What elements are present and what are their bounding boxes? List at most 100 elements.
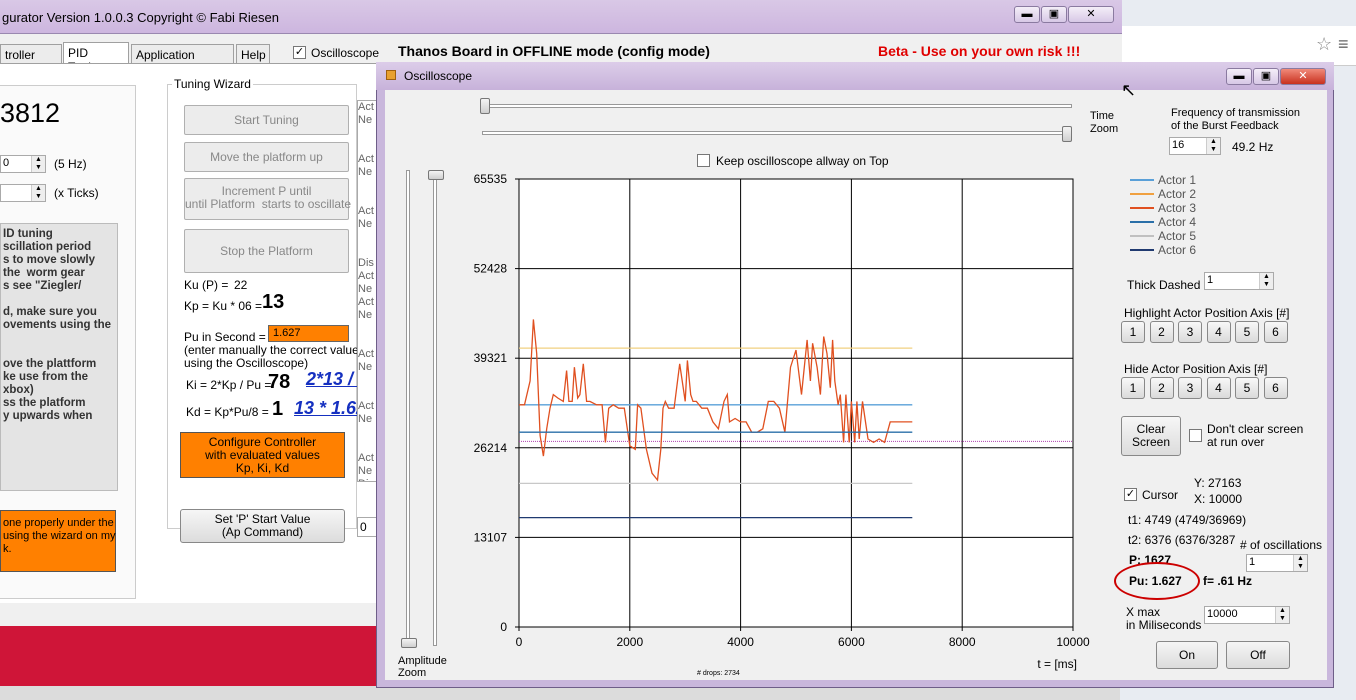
- legend-label: Actor 2: [1158, 187, 1197, 201]
- hide-axis-3-button[interactable]: 3: [1178, 377, 1202, 399]
- tab-application-settings[interactable]: Application Settings: [131, 44, 234, 76]
- hide-axis-1-button[interactable]: 1: [1121, 377, 1145, 399]
- highlight-axis-2-button[interactable]: 2: [1149, 321, 1174, 343]
- y-tick-label: 13107: [474, 530, 508, 544]
- oscillations-value: 1: [1249, 556, 1256, 568]
- highlight-axis-4-button[interactable]: 4: [1206, 321, 1231, 343]
- status-text: Thanos Board in OFFLINE mode (config mod…: [398, 43, 710, 59]
- clear-screen-button[interactable]: Clear Screen: [1121, 416, 1181, 456]
- legend-actor-6: Actor 6: [1130, 243, 1260, 257]
- legend-line-icon: [1130, 221, 1154, 223]
- legend-label: Actor 5: [1158, 229, 1197, 243]
- ku-value: 22: [234, 278, 248, 292]
- x-tick-label: 0: [516, 635, 523, 649]
- ticks-spinner[interactable]: ▲ ▼: [0, 184, 46, 202]
- increment-p-button[interactable]: Increment P until until Platform starts …: [184, 178, 351, 220]
- osc-minimize-button[interactable]: ▬: [1226, 68, 1252, 85]
- highlight-axis-1-button[interactable]: 1: [1121, 321, 1145, 343]
- oscillations-spinner[interactable]: 1 ▲ ▼: [1246, 554, 1308, 572]
- legend-line-icon: [1130, 235, 1154, 237]
- spinner-arrows-icon[interactable]: ▲ ▼: [1259, 273, 1273, 289]
- pu-highlight-ellipse: [1114, 562, 1200, 600]
- mouse-cursor-icon: ↖: [1121, 80, 1137, 100]
- close-button[interactable]: ✕: [1068, 6, 1114, 23]
- hide-axis-6-button[interactable]: 6: [1263, 377, 1288, 399]
- xmax-spinner[interactable]: 10000 ▲ ▼: [1204, 606, 1290, 624]
- spinner-arrows-icon[interactable]: ▲ ▼: [1275, 607, 1289, 623]
- x-axis-label: t = [ms]: [1037, 657, 1077, 671]
- oscillations-label: # of oscillations: [1240, 538, 1323, 552]
- off-button[interactable]: Off: [1226, 641, 1290, 669]
- legend-label: Actor 6: [1158, 243, 1197, 257]
- cursor-label: Cursor: [1142, 488, 1179, 502]
- hide-axis-2-button[interactable]: 2: [1149, 377, 1174, 399]
- spinner-arrows-icon[interactable]: ▲ ▼: [31, 156, 45, 172]
- cursor-y-value: Y: 27163: [1194, 476, 1242, 490]
- star-icon: ☆: [1316, 34, 1333, 54]
- frequency-label: Frequency of transmission of the Burst F…: [1171, 107, 1300, 132]
- start-tuning-button[interactable]: Start Tuning: [184, 105, 349, 135]
- tab-controller-config[interactable]: troller Config: [0, 44, 62, 76]
- highlight-axis-3-button[interactable]: 3: [1178, 321, 1202, 343]
- frequency-spinner[interactable]: 0 ▲ ▼: [0, 155, 46, 173]
- transmission-frequency-spinner[interactable]: 16 ▲ ▼: [1169, 137, 1221, 155]
- thick-dashed-label: Thick Dashed: [1127, 278, 1201, 292]
- minimize-button[interactable]: ▬: [1014, 6, 1040, 23]
- keep-on-top-checkbox[interactable]: [697, 154, 710, 167]
- frequency-unit: (5 Hz): [54, 157, 87, 171]
- y-tick-label: 26214: [474, 441, 508, 455]
- tab-strip: troller Config PID Tuning Application Se…: [0, 42, 1122, 76]
- legend-actor-3: Actor 3: [1130, 201, 1260, 215]
- legend-line-icon: [1130, 249, 1154, 251]
- hide-axis-5-button[interactable]: 5: [1235, 377, 1259, 399]
- legend-actor-4: Actor 4: [1130, 215, 1260, 229]
- kp-value: 13: [262, 291, 285, 313]
- maximize-button[interactable]: ▣: [1041, 6, 1067, 23]
- set-p-input[interactable]: 0: [357, 517, 377, 537]
- time-zoom-slider-thumb[interactable]: [1062, 126, 1072, 142]
- osc-maximize-button[interactable]: ▣: [1253, 68, 1279, 85]
- spinner-arrows-icon[interactable]: ▲ ▼: [31, 185, 45, 201]
- stop-platform-button[interactable]: Stop the Platform: [184, 229, 349, 273]
- kd-label: Kd = Kp*Pu/8 =: [186, 405, 269, 419]
- legend-actor-1: Actor 1: [1130, 173, 1260, 187]
- configure-controller-button[interactable]: Configure Controller with evaluated valu…: [180, 432, 345, 478]
- y-tick-label: 39321: [474, 351, 508, 365]
- pu-input[interactable]: 1.627: [268, 325, 349, 342]
- y-tick-label: 65535: [474, 172, 508, 186]
- spinner-arrows-icon[interactable]: ▲ ▼: [1206, 138, 1220, 154]
- oscilloscope-title: Oscilloscope: [404, 69, 473, 83]
- spinner-arrows-icon[interactable]: ▲ ▼: [1293, 555, 1307, 571]
- log-list[interactable]: Act Ne Act Ne Act Ne Dis Act Ne Act Ne A…: [357, 100, 377, 482]
- time-offset-slider-thumb[interactable]: [480, 98, 490, 114]
- y-tick-label: 0: [500, 620, 507, 634]
- t2-readout: t2: 6376 (6376/3287: [1128, 533, 1236, 547]
- osc-close-button[interactable]: ✕: [1280, 68, 1326, 85]
- legend-line-icon: [1130, 179, 1154, 181]
- y-tick-label: 52428: [474, 262, 508, 276]
- tab-pid-tuning[interactable]: PID Tuning: [63, 42, 129, 74]
- time-zoom-slider[interactable]: [482, 131, 1072, 135]
- oscilloscope-checkbox[interactable]: ✓: [293, 46, 306, 59]
- time-offset-slider[interactable]: [482, 104, 1072, 108]
- dont-clear-checkbox[interactable]: [1189, 429, 1202, 442]
- cursor-checkbox[interactable]: ✓: [1124, 488, 1137, 501]
- ticks-unit: (x Ticks): [54, 186, 99, 200]
- legend-label: Actor 3: [1158, 201, 1197, 215]
- ki-value: 78: [268, 371, 291, 393]
- set-p-start-value-button[interactable]: Set 'P' Start Value (Ap Command): [180, 509, 345, 543]
- thick-dashed-value: 1: [1207, 274, 1214, 286]
- hide-axis-label: Hide Actor Position Axis [#]: [1124, 362, 1268, 376]
- hide-axis-4-button[interactable]: 4: [1206, 377, 1231, 399]
- frequency-hz: 49.2 Hz: [1232, 140, 1274, 154]
- tab-help[interactable]: Help: [236, 44, 270, 64]
- thick-dashed-spinner[interactable]: 1 ▲ ▼: [1204, 272, 1274, 290]
- red-banner: [0, 626, 380, 686]
- highlight-axis-6-button[interactable]: 6: [1263, 321, 1288, 343]
- drops-counter: # drops: 2734: [697, 670, 740, 677]
- on-button[interactable]: On: [1156, 641, 1218, 669]
- highlight-axis-5-button[interactable]: 5: [1235, 321, 1259, 343]
- move-platform-up-button[interactable]: Move the platform up: [184, 142, 349, 172]
- legend-label: Actor 1: [1158, 173, 1197, 187]
- keep-on-top-label: Keep oscilloscope allway on Top: [716, 154, 889, 168]
